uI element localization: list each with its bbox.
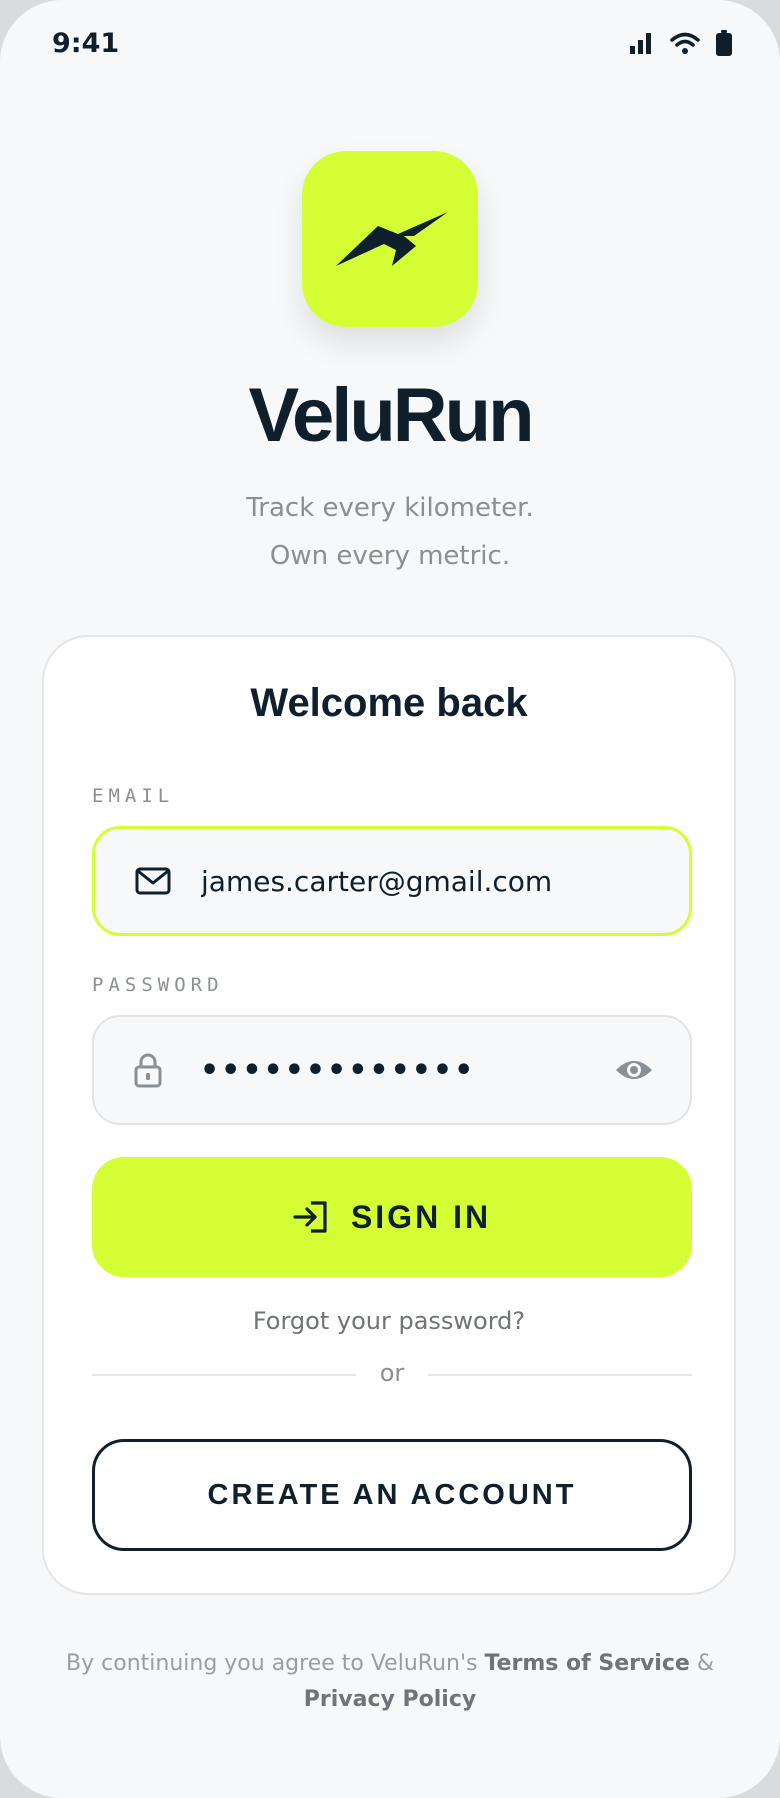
forgot-password-link[interactable]: Forgot your password? — [44, 1307, 734, 1335]
status-icons — [630, 30, 732, 56]
sign-in-button[interactable]: SIGN IN — [92, 1157, 692, 1277]
phone-screen: 9:41 VeluRun Track every kilometer. Own … — [0, 0, 780, 1798]
tagline-line-2: Own every metric. — [269, 541, 511, 571]
email-input[interactable] — [201, 829, 621, 933]
battery-icon — [716, 30, 732, 56]
create-account-button[interactable]: CREATE AN ACCOUNT — [92, 1439, 692, 1551]
eye-icon[interactable] — [614, 1057, 654, 1083]
login-card: Welcome back EMAIL PASSWORD — [42, 635, 736, 1595]
brand-name: VeluRun — [248, 373, 534, 458]
legal-prefix: By continuing you agree to VeluRun's — [66, 1651, 478, 1676]
lock-icon — [134, 1052, 162, 1088]
terms-link[interactable]: Terms of Service — [484, 1651, 689, 1676]
app-logo — [302, 151, 478, 327]
password-input[interactable] — [200, 1017, 620, 1123]
wifi-icon — [670, 32, 700, 54]
password-field[interactable] — [92, 1015, 692, 1125]
divider-line-right — [428, 1374, 692, 1376]
legal-text: By continuing you agree to VeluRun's Ter… — [60, 1646, 720, 1718]
email-label: EMAIL — [92, 785, 175, 807]
tagline-line-1: Track every kilometer. — [246, 493, 534, 523]
divider-or-text: or — [379, 1359, 405, 1387]
password-label: PASSWORD — [92, 974, 224, 996]
or-divider: or — [92, 1359, 692, 1389]
lightning-arrow-icon — [336, 212, 448, 266]
sign-in-label: SIGN IN — [350, 1198, 492, 1235]
mail-icon — [135, 867, 171, 895]
tagline: Track every kilometer. Own every metric. — [0, 484, 780, 580]
privacy-link[interactable]: Privacy Policy — [304, 1687, 476, 1712]
cellular-signal-icon — [630, 33, 651, 54]
login-arrow-icon — [293, 1200, 329, 1234]
status-time: 9:41 — [52, 28, 120, 59]
welcome-heading: Welcome back — [250, 681, 528, 725]
legal-amp: & — [696, 1651, 714, 1676]
email-field[interactable] — [92, 826, 692, 936]
